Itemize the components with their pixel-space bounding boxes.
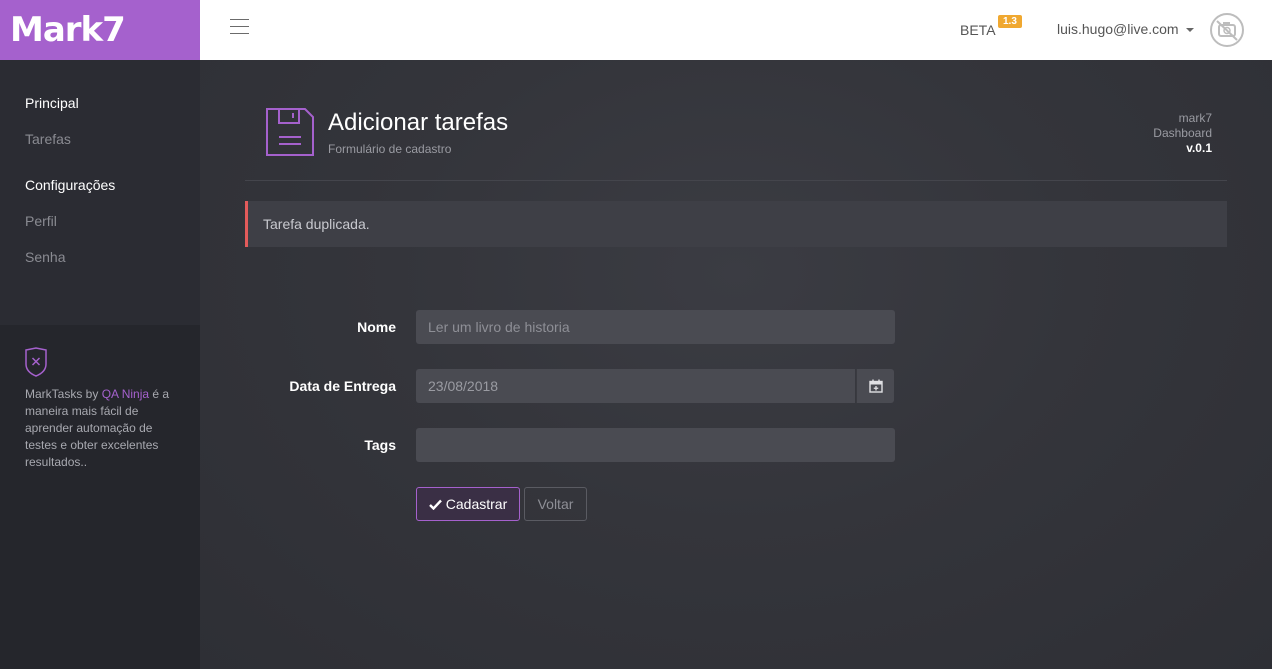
beta-label: BETA bbox=[960, 22, 996, 38]
chevron-down-icon[interactable] bbox=[1186, 28, 1194, 32]
sidebar-item-senha[interactable]: Senha bbox=[25, 249, 65, 265]
brand-logo[interactable]: Mark7 bbox=[0, 0, 200, 60]
app-meta: mark7 Dashboard v.0.1 bbox=[1153, 111, 1212, 156]
meta-app: mark7 bbox=[1178, 111, 1212, 125]
sidebar-heading-principal: Principal bbox=[25, 95, 79, 111]
sidebar-heading-configuracoes: Configurações bbox=[25, 177, 116, 193]
top-bar: BETA 1.3 luis.hugo@live.com bbox=[200, 0, 1272, 60]
tags-input[interactable] bbox=[416, 428, 895, 462]
meta-version: v.0.1 bbox=[1186, 141, 1212, 155]
page-subtitle: Formulário de cadastro bbox=[328, 142, 452, 156]
divider bbox=[245, 180, 1227, 181]
shield-icon bbox=[25, 347, 47, 377]
qa-ninja-link[interactable]: QA Ninja bbox=[102, 387, 149, 401]
no-camera-icon bbox=[1216, 20, 1238, 41]
sidebar-footer: MarkTasks by QA Ninja é a maneira mais f… bbox=[0, 325, 200, 669]
footer-description: MarkTasks by QA Ninja é a maneira mais f… bbox=[25, 387, 170, 469]
alert-error: Tarefa duplicada. bbox=[245, 201, 1227, 247]
voltar-button[interactable]: Voltar bbox=[524, 487, 587, 521]
menu-toggle-icon[interactable] bbox=[230, 19, 249, 35]
calendar-icon bbox=[868, 379, 883, 393]
page-title: Adicionar tarefas bbox=[328, 109, 509, 136]
avatar[interactable] bbox=[1210, 13, 1244, 47]
brand-name: Mark7 bbox=[10, 10, 126, 50]
cadastrar-label: Cadastrar bbox=[445, 496, 508, 512]
data-entrega-input[interactable] bbox=[416, 369, 855, 403]
cadastrar-button[interactable]: Cadastrar bbox=[416, 487, 520, 521]
nome-label: Nome bbox=[357, 319, 396, 335]
calendar-button[interactable] bbox=[856, 369, 894, 403]
sidebar-item-perfil[interactable]: Perfil bbox=[25, 213, 57, 229]
tags-label: Tags bbox=[364, 437, 396, 453]
data-entrega-label: Data de Entrega bbox=[289, 378, 396, 394]
check-icon bbox=[428, 499, 442, 510]
alert-message: Tarefa duplicada. bbox=[263, 216, 370, 232]
meta-section: Dashboard bbox=[1153, 126, 1212, 140]
user-menu[interactable]: luis.hugo@live.com bbox=[1057, 21, 1179, 37]
sidebar-item-tarefas[interactable]: Tarefas bbox=[25, 131, 71, 147]
nome-input[interactable] bbox=[416, 310, 895, 344]
floppy-disk-icon bbox=[266, 108, 314, 156]
main-content: Adicionar tarefas Formulário de cadastro… bbox=[200, 60, 1272, 669]
version-badge: 1.3 bbox=[998, 15, 1022, 28]
sidebar: Principal Tarefas Configurações Perfil S… bbox=[0, 60, 200, 669]
date-field bbox=[416, 369, 894, 403]
